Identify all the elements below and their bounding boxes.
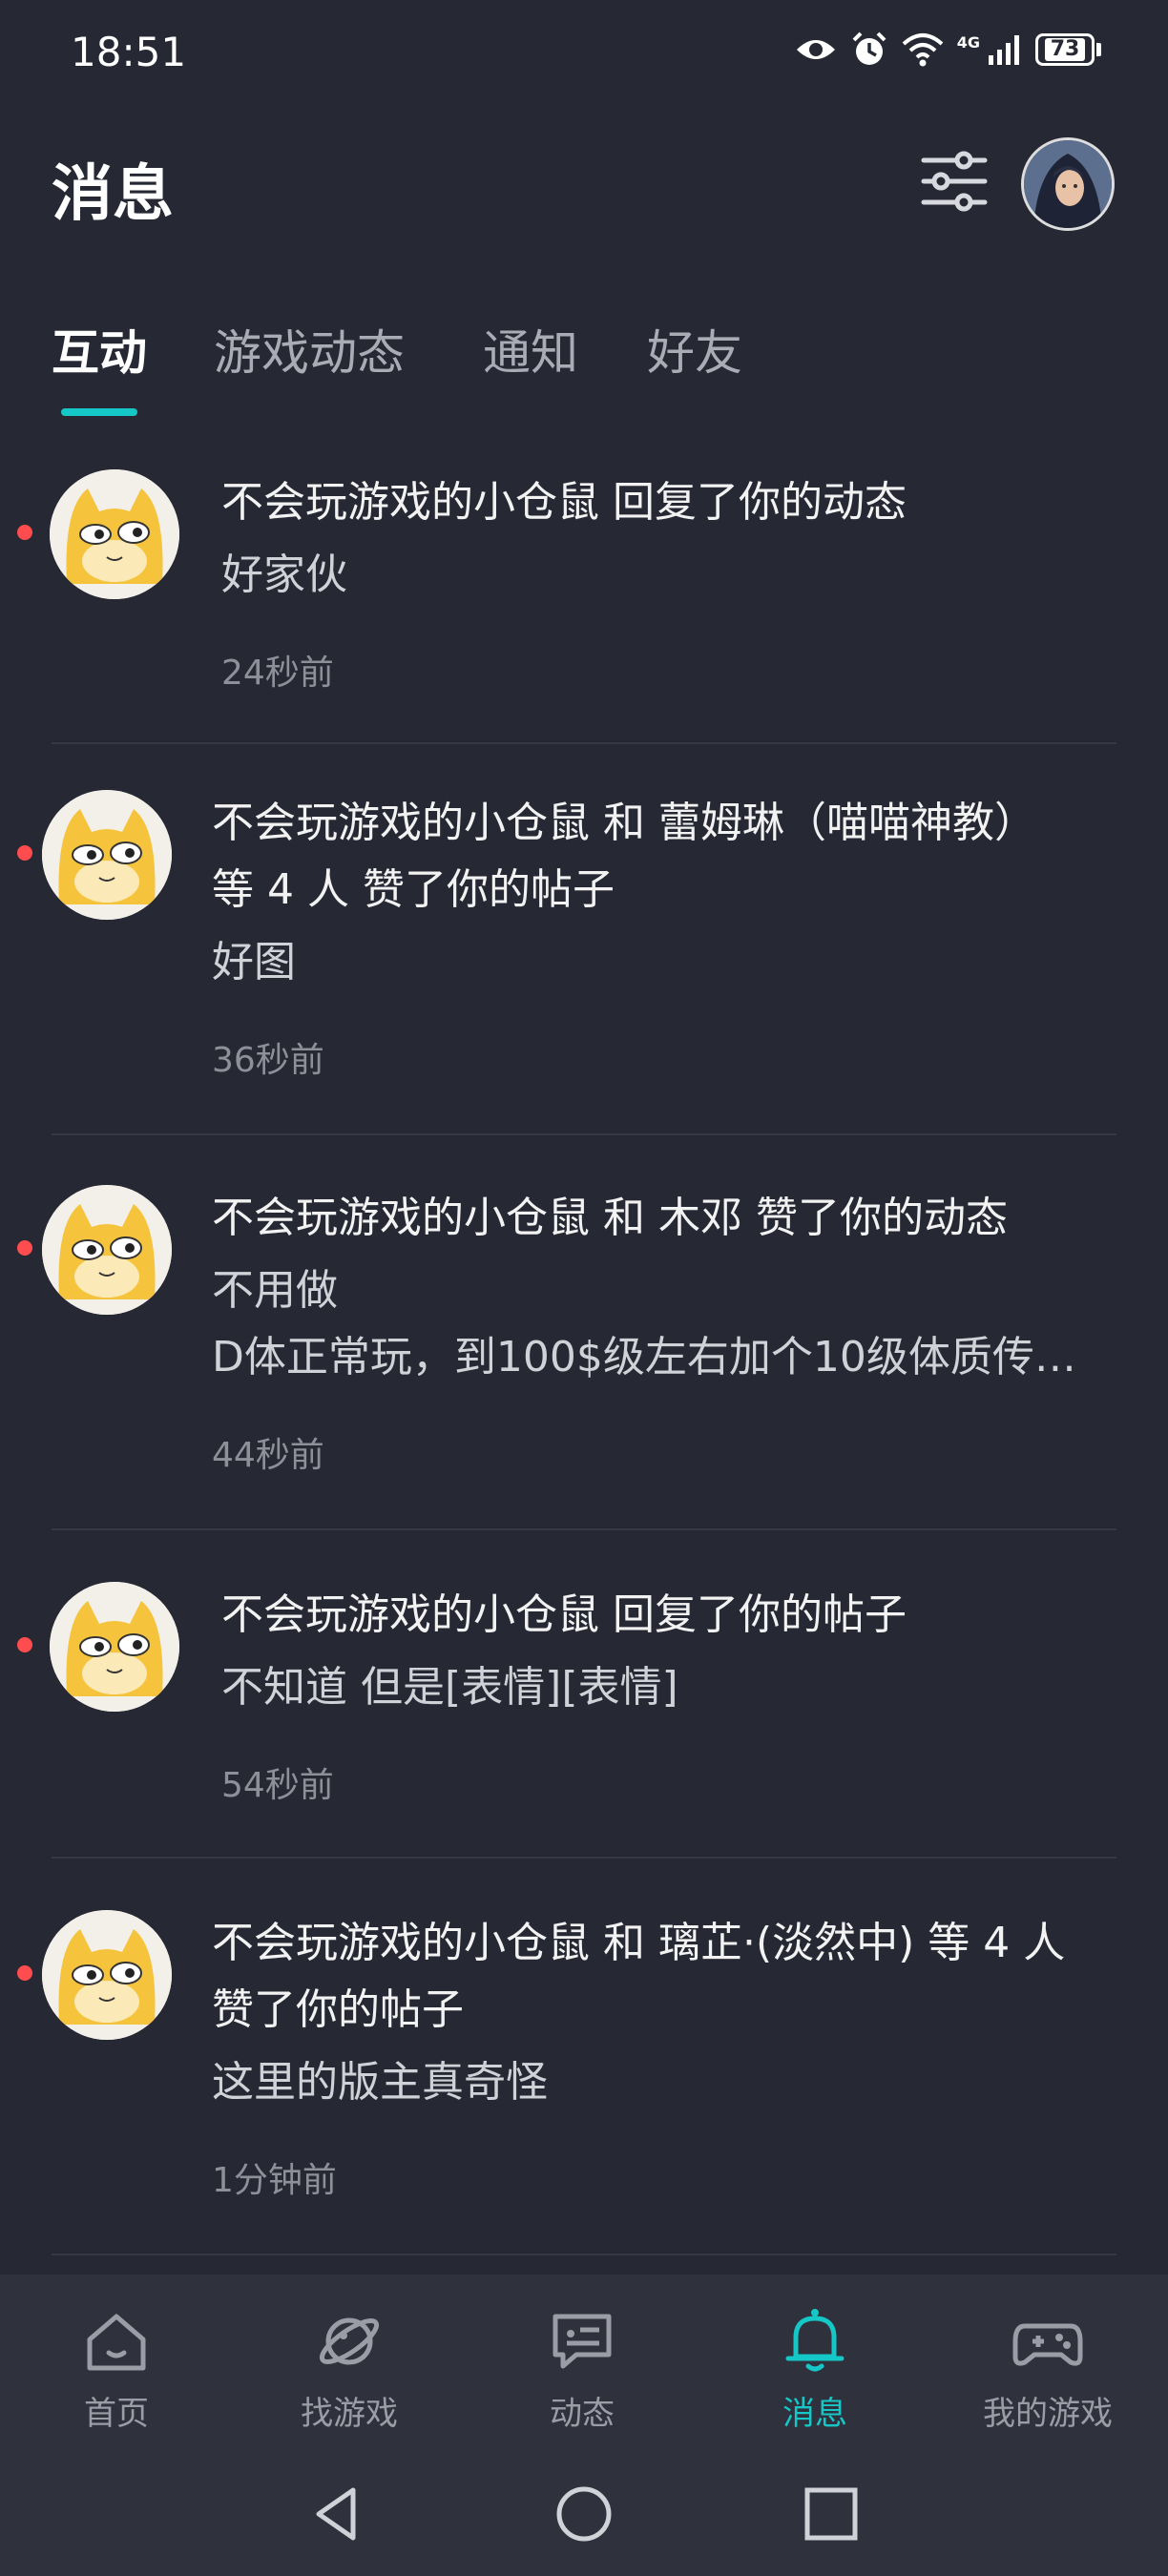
message-content: 不知道 但是[表情][表情] bbox=[221, 1663, 678, 1712]
divider bbox=[52, 2254, 1116, 2255]
header: 消息 bbox=[0, 124, 1168, 248]
cat-avatar-image bbox=[42, 790, 172, 920]
divider bbox=[52, 742, 1116, 744]
cat-avatar-image bbox=[42, 1185, 172, 1315]
message-content: 好家伙 bbox=[221, 551, 347, 599]
unread-dot bbox=[17, 1637, 32, 1652]
divider bbox=[52, 1857, 1116, 1859]
nav-home[interactable]: 首页 bbox=[40, 2303, 193, 2434]
nav-find-games[interactable]: 找游戏 bbox=[273, 2303, 426, 2434]
message-title: 不会玩游戏的小仓鼠 和 木邓 赞了你的动态 bbox=[212, 1194, 1008, 1242]
sender-avatar bbox=[50, 1582, 179, 1712]
signal-icon bbox=[989, 35, 1019, 65]
message-title: 不会玩游戏的小仓鼠 回复了你的帖子 bbox=[221, 1590, 907, 1639]
home-circle-icon bbox=[556, 2486, 612, 2542]
battery-icon: 73 bbox=[1035, 33, 1101, 66]
status-icons: 4G 73 bbox=[795, 31, 1101, 69]
bell-icon bbox=[785, 2309, 845, 2372]
nav-messages[interactable]: 消息 bbox=[739, 2303, 891, 2434]
message-item[interactable]: 不会玩游戏的小仓鼠 和 蕾姆琳（喵喵神教） 等 4 人 赞了你的帖子 好图 36… bbox=[0, 779, 1168, 1141]
sender-avatar bbox=[42, 1910, 172, 2040]
cat-avatar-image bbox=[50, 1582, 179, 1712]
status-bar: 18:51 4G 73 bbox=[0, 0, 1168, 114]
nav-feed[interactable]: 动态 bbox=[506, 2303, 658, 2434]
battery-level: 73 bbox=[1044, 38, 1086, 61]
page-title: 消息 bbox=[52, 159, 174, 230]
sender-avatar bbox=[50, 469, 179, 599]
nav-my-games[interactable]: 我的游戏 bbox=[971, 2303, 1124, 2434]
message-item[interactable]: 不会玩游戏的小仓鼠 和 璃芷·(淡然中) 等 4 人 赞了你的帖子 这里的版主真… bbox=[0, 1899, 1168, 2261]
nav-label: 找游戏 bbox=[301, 2395, 398, 2433]
unread-dot bbox=[17, 1240, 32, 1256]
nav-label: 我的游戏 bbox=[983, 2395, 1113, 2433]
user-avatar-image bbox=[1024, 140, 1112, 228]
system-nav-bar bbox=[0, 2471, 1168, 2557]
gamepad-icon bbox=[1012, 2323, 1083, 2366]
status-time: 18:51 bbox=[71, 29, 187, 75]
message-title: 不会玩游戏的小仓鼠 和 蕾姆琳（喵喵神教） bbox=[212, 799, 1036, 847]
divider bbox=[52, 1528, 1116, 1530]
nav-label: 首页 bbox=[84, 2395, 149, 2433]
tab-game-updates[interactable]: 游戏动态 bbox=[214, 315, 405, 384]
nav-label: 动态 bbox=[550, 2395, 615, 2433]
tab-interaction[interactable]: 互动 bbox=[52, 315, 147, 384]
message-title: 不会玩游戏的小仓鼠 回复了你的动态 bbox=[221, 478, 907, 527]
message-time: 24秒前 bbox=[221, 654, 334, 693]
eye-icon bbox=[796, 40, 835, 59]
message-content: 好图 bbox=[212, 938, 296, 987]
message-time: 1分钟前 bbox=[212, 2161, 337, 2200]
recents-button[interactable] bbox=[798, 2481, 865, 2547]
network-type: 4G bbox=[956, 32, 980, 52]
wifi-icon bbox=[902, 33, 944, 67]
planet-icon bbox=[319, 2317, 380, 2365]
message-content: 不用做 bbox=[212, 1266, 338, 1315]
home-icon bbox=[87, 2314, 146, 2371]
alarm-icon bbox=[852, 31, 886, 65]
message-time: 36秒前 bbox=[212, 1041, 324, 1080]
tab-bar: 互动 游戏动态 通知 好友 bbox=[0, 305, 1168, 420]
unread-dot bbox=[17, 525, 32, 540]
sliders-icon bbox=[921, 151, 988, 212]
message-title: 不会玩游戏的小仓鼠 和 璃芷·(淡然中) 等 4 人 bbox=[212, 1919, 1066, 1967]
message-title-cont: 赞了你的帖子 bbox=[212, 1985, 464, 2034]
message-content-cont: D体正常玩，到100$级左右加个10级体质传… bbox=[212, 1333, 1076, 1381]
sender-avatar bbox=[42, 790, 172, 920]
recents-square-icon bbox=[804, 2487, 858, 2541]
message-item[interactable]: 不会玩游戏的小仓鼠 和 木邓 赞了你的动态 不用做 D体正常玩，到100$级左右… bbox=[0, 1174, 1168, 1536]
tab-notifications[interactable]: 通知 bbox=[483, 315, 578, 384]
my-avatar[interactable] bbox=[1021, 137, 1115, 231]
message-item[interactable]: 不会玩游戏的小仓鼠 回复了你的动态 好家伙 24秒前 bbox=[0, 448, 1168, 744]
home-button[interactable] bbox=[551, 2481, 617, 2547]
message-time: 54秒前 bbox=[221, 1766, 334, 1805]
sender-avatar bbox=[42, 1185, 172, 1315]
message-time: 44秒前 bbox=[212, 1436, 324, 1475]
message-content: 这里的版主真奇怪 bbox=[212, 2058, 548, 2107]
message-title-cont: 等 4 人 赞了你的帖子 bbox=[212, 865, 615, 914]
nav-label: 消息 bbox=[782, 2395, 847, 2433]
filter-button[interactable] bbox=[916, 143, 992, 219]
tab-friends[interactable]: 好友 bbox=[647, 315, 742, 384]
unread-dot bbox=[17, 1965, 32, 1981]
message-item[interactable]: 不会玩游戏的小仓鼠 回复了你的帖子 不知道 但是[表情][表情] 54秒前 bbox=[0, 1570, 1168, 1866]
divider bbox=[52, 1133, 1116, 1135]
chat-bubble-icon bbox=[553, 2314, 612, 2369]
unread-dot bbox=[17, 845, 32, 861]
cat-avatar-image bbox=[42, 1910, 172, 2040]
active-tab-indicator bbox=[61, 408, 137, 416]
back-button[interactable] bbox=[303, 2481, 370, 2547]
cat-avatar-image bbox=[50, 469, 179, 599]
back-triangle-icon bbox=[316, 2487, 356, 2541]
